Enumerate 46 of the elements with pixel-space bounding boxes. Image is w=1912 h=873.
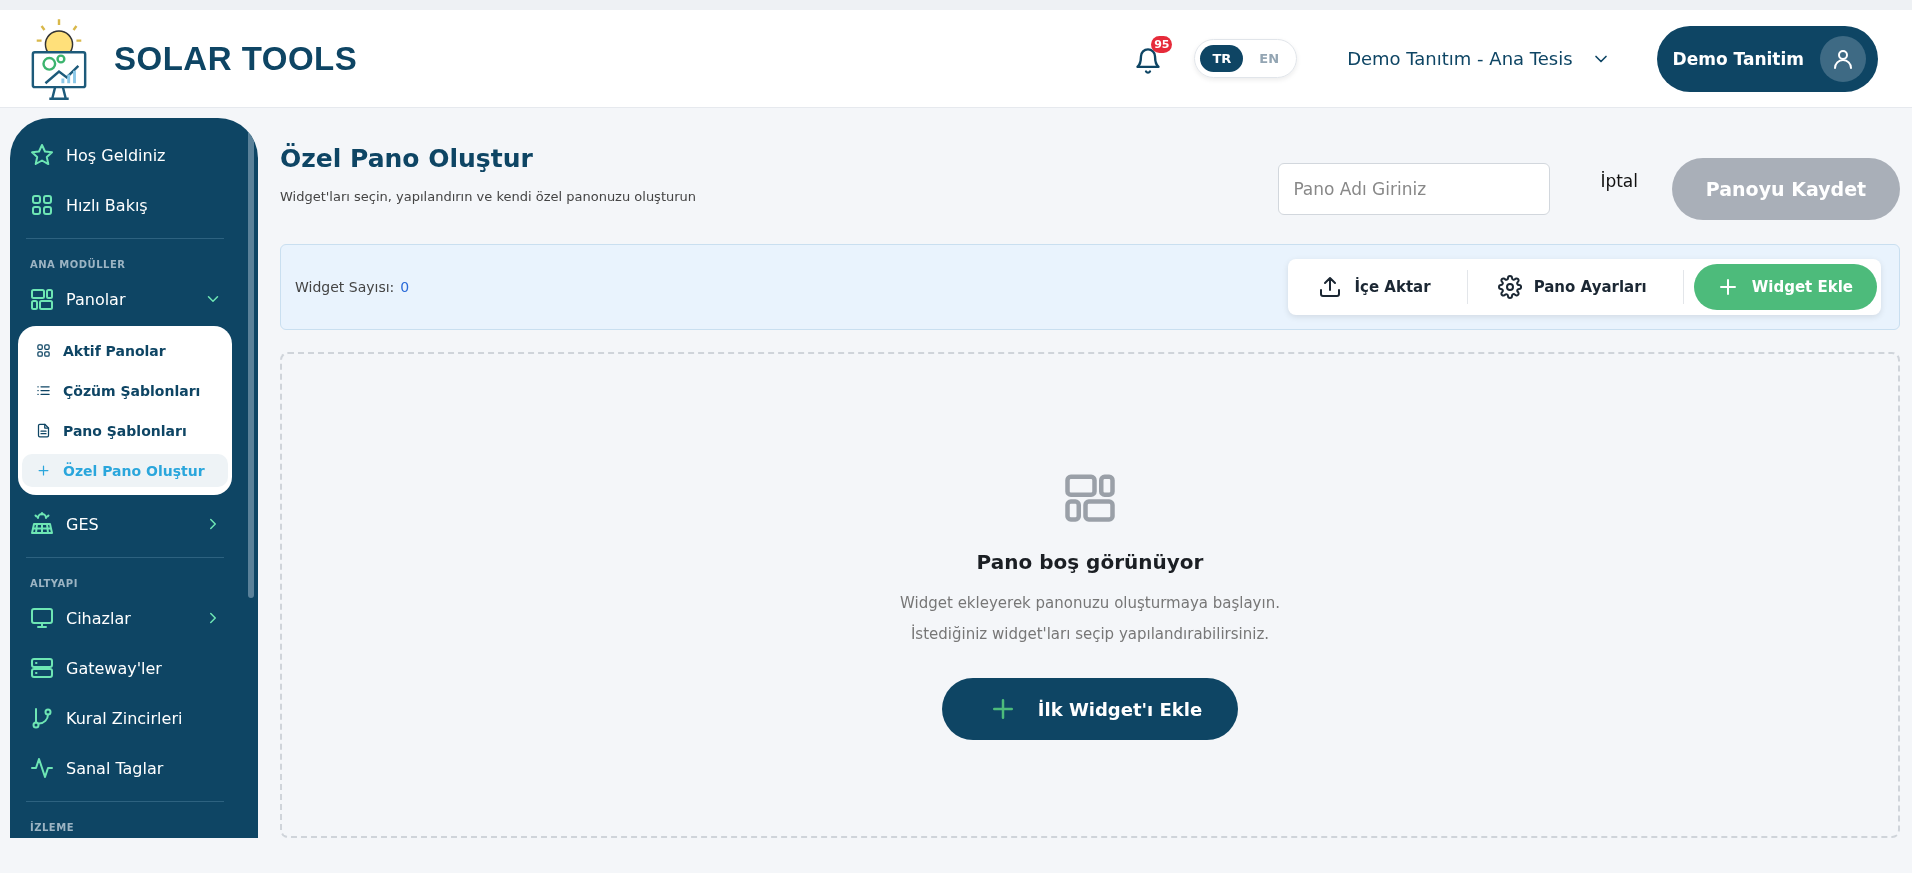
submenu-item[interactable]: Aktif Panolar: [22, 334, 228, 367]
layout-icon: [30, 287, 54, 311]
grid-icon: [36, 343, 51, 358]
settings-icon: [1497, 275, 1522, 299]
sidebar-item[interactable]: GES: [18, 499, 232, 549]
cancel-button[interactable]: İptal: [1600, 171, 1638, 191]
submenu-item[interactable]: Çözüm Şablonları: [22, 374, 228, 407]
settings-button[interactable]: Pano Ayarları: [1467, 264, 1683, 310]
notification-count-badge: 95: [1151, 35, 1173, 53]
notification-bell-icon: [1134, 46, 1163, 75]
import-button[interactable]: İçe Aktar: [1288, 264, 1467, 310]
sidebar-item[interactable]: Hızlı Bakış: [18, 180, 232, 230]
solar-panel-icon: [30, 512, 54, 536]
sidebar-item[interactable]: Panolar: [18, 274, 232, 324]
widget-count: 0: [400, 279, 410, 295]
plus-icon: [36, 463, 51, 478]
language-option[interactable]: TR: [1200, 45, 1244, 72]
site-selector[interactable]: Demo Tanıtım - Ana Tesis: [1341, 47, 1617, 70]
sidebar-item[interactable]: Cihazlar: [18, 593, 232, 643]
document-icon: [36, 423, 51, 438]
sidebar-item[interactable]: Gateway'ler: [18, 643, 232, 693]
branch-icon: [30, 706, 54, 730]
section-heading: ANA MODÜLLER: [29, 257, 127, 272]
sidebar-item[interactable]: Kural Zincirleri: [18, 693, 232, 743]
section-heading: ALTYAPI: [29, 577, 79, 591]
page-title: Özel Pano Oluştur: [280, 144, 534, 173]
pulse-icon: [30, 756, 54, 780]
submenu-item[interactable]: Pano Şablonları: [22, 414, 228, 447]
section-heading: İZLEME: [29, 820, 75, 835]
empty-title: Pano boş görünüyor: [976, 550, 1204, 574]
grid-icon: [30, 193, 54, 217]
upload-icon: [1318, 275, 1343, 299]
empty-description: Widget ekleyerek panonuzu oluşturmaya başlayın.: [900, 593, 1280, 614]
page-subtitle: Widget'ları seçin, yapılandırın ve kendi özel panonuzu oluşturun: [280, 189, 697, 204]
brand-title: SOLAR TOOLS: [114, 39, 358, 78]
sidebar-item[interactable]: Hoş Geldiniz: [18, 130, 232, 180]
user-menu-button[interactable]: Demo Tanitim: [1656, 25, 1878, 92]
dashboard-name-field[interactable]: Pano Adı Giriniz: [1278, 163, 1551, 215]
widget-count-label: Widget Sayısı:: [295, 279, 395, 295]
sidebar-item[interactable]: Sanal Taglar: [18, 743, 232, 793]
empty-description: İstediğiniz widget'ları seçip yapılandırabilirsiniz.: [910, 623, 1270, 645]
add-first-widget-button[interactable]: İlk Widget'ı Ekle: [941, 678, 1239, 740]
server-icon: [30, 656, 54, 680]
list-icon: [36, 383, 51, 398]
monitor-icon: [30, 606, 54, 630]
star-icon: [30, 143, 54, 167]
